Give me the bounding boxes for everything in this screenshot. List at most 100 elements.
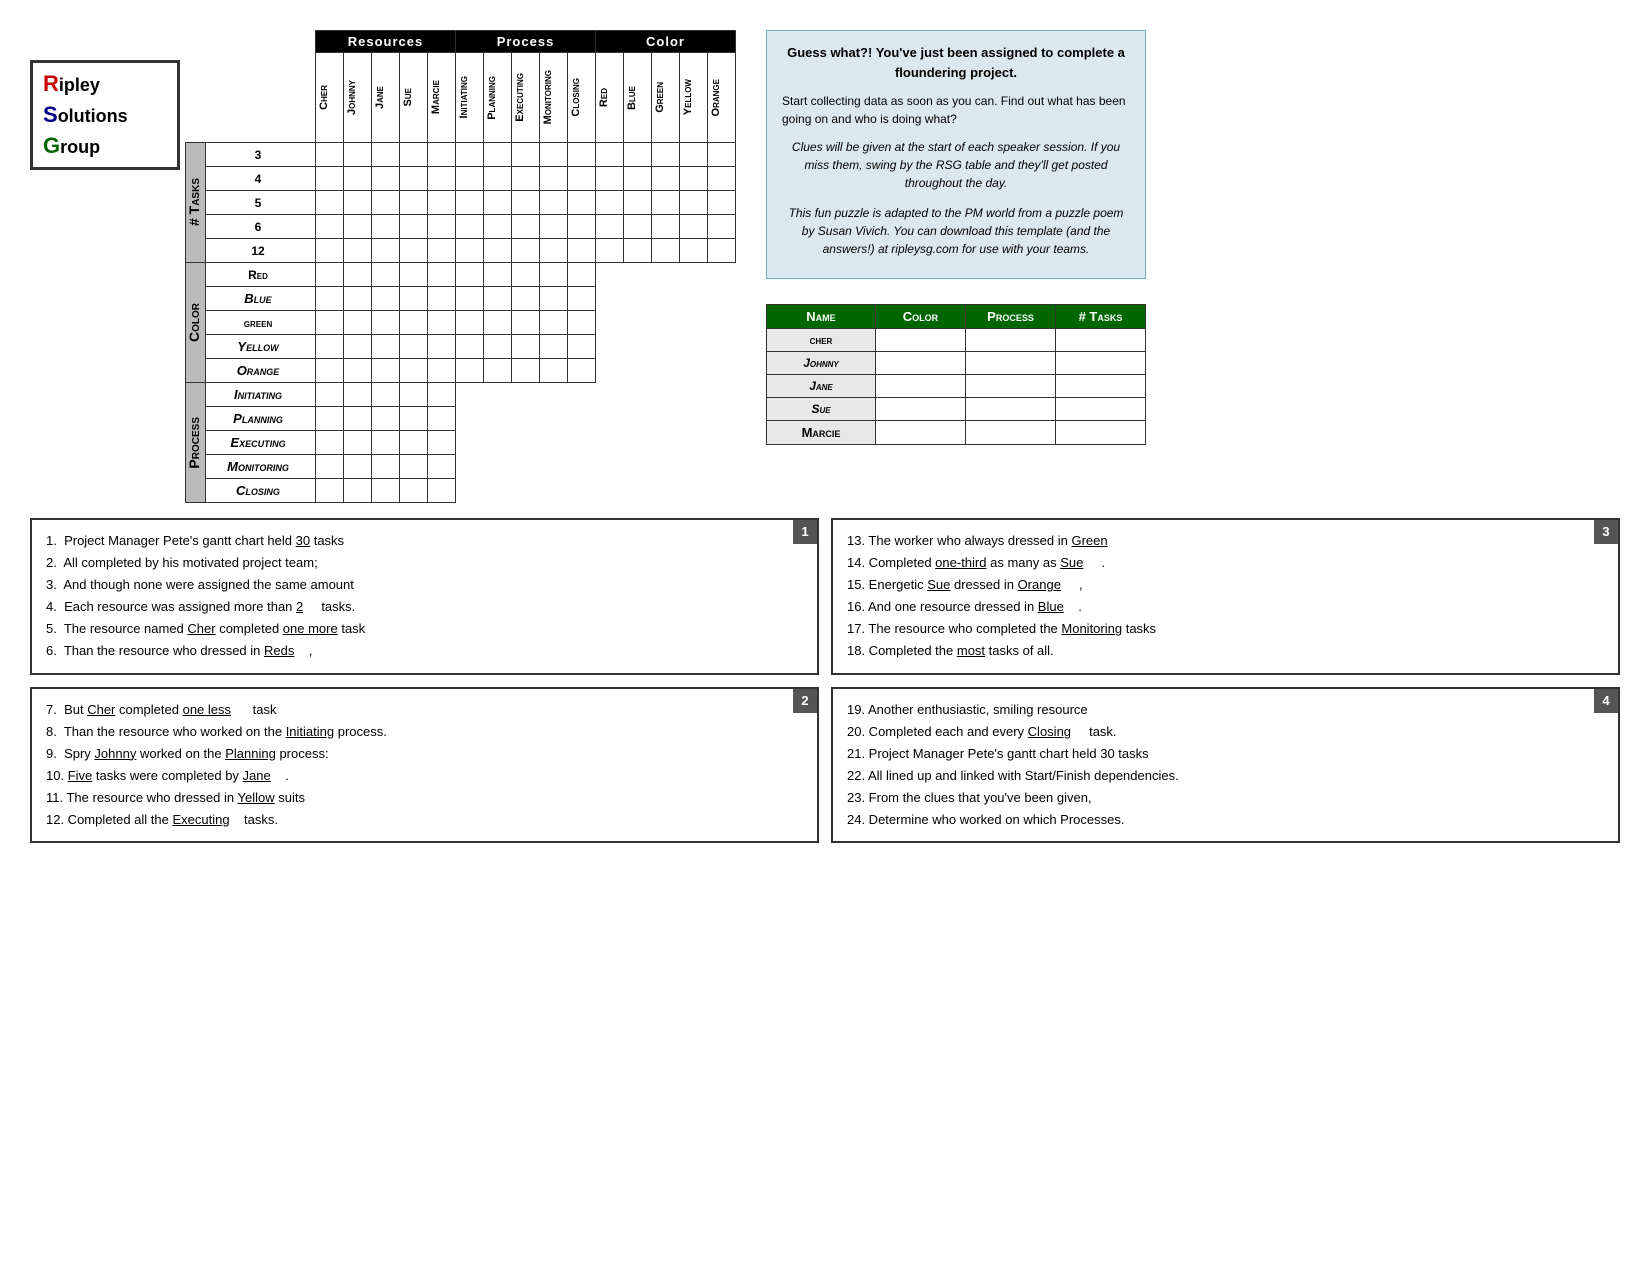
cell-4-jane[interactable] — [372, 167, 400, 191]
answer-process-jane[interactable] — [966, 375, 1056, 398]
row-yellow: Yellow — [206, 335, 316, 359]
answer-tasks-jane[interactable] — [1056, 375, 1146, 398]
col-marcie: Marcie — [428, 53, 456, 143]
row-5: 5 — [206, 191, 316, 215]
cell-4-johnny[interactable] — [344, 167, 372, 191]
answer-header-tasks: # Tasks — [1056, 305, 1146, 329]
col-monitoring: Monitoring — [540, 53, 568, 143]
row-3: 3 — [206, 143, 316, 167]
answer-tasks-sue[interactable] — [1056, 398, 1146, 421]
cell-3-closing[interactable] — [568, 143, 596, 167]
cell-4-orange[interactable] — [708, 167, 736, 191]
col-sue: Sue — [400, 53, 428, 143]
cell-4-marcie[interactable] — [428, 167, 456, 191]
cell-4-planning[interactable] — [484, 167, 512, 191]
process-label: Process — [186, 412, 202, 474]
cell-4-sue[interactable] — [400, 167, 428, 191]
row-4: 4 — [206, 167, 316, 191]
clue-box-1: 1 1. Project Manager Pete's gantt chart … — [30, 518, 819, 675]
cell-3-monitoring[interactable] — [540, 143, 568, 167]
cell-3-blue[interactable] — [624, 143, 652, 167]
cell-4-monitoring[interactable] — [540, 167, 568, 191]
answer-header-name: Name — [767, 305, 876, 329]
col-planning: Planning — [484, 53, 512, 143]
col-cher: Cher — [316, 53, 344, 143]
col-initiating: Initiating — [456, 53, 484, 143]
answer-name-cher: cher — [767, 329, 876, 352]
cell-3-planning[interactable] — [484, 143, 512, 167]
clue-box-2-number: 2 — [793, 689, 817, 713]
clue-3-18: 18. Completed the most tasks of all. — [847, 640, 1604, 662]
answer-tasks-cher[interactable] — [1056, 329, 1146, 352]
col-green: Green — [652, 53, 680, 143]
col-red: Red — [596, 53, 624, 143]
logo-s: S — [43, 102, 58, 127]
answer-process-johnny[interactable] — [966, 352, 1056, 375]
clue-1-6: 6. Than the resource who dressed in Reds… — [46, 640, 803, 662]
col-johnny: Johnny — [344, 53, 372, 143]
answer-color-marcie[interactable] — [876, 421, 966, 445]
answer-name-sue: Sue — [767, 398, 876, 421]
row-green: green — [206, 311, 316, 335]
answer-color-jane[interactable] — [876, 375, 966, 398]
row-12: 12 — [206, 239, 316, 263]
logo-line1: ipley — [59, 75, 100, 95]
answer-process-marcie[interactable] — [966, 421, 1056, 445]
cell-4-initiating[interactable] — [456, 167, 484, 191]
cell-3-jane[interactable] — [372, 143, 400, 167]
cell-3-yellow[interactable] — [680, 143, 708, 167]
col-blue: Blue — [624, 53, 652, 143]
answer-row-jane: Jane — [767, 375, 1146, 398]
clue-3-14: 14. Completed one-third as many as Sue . — [847, 552, 1604, 574]
clue-box-4-number: 4 — [1594, 689, 1618, 713]
clue-2-12: 12. Completed all the Executing tasks. — [46, 809, 803, 831]
cell-4-executing[interactable] — [512, 167, 540, 191]
cell-3-green[interactable] — [652, 143, 680, 167]
cell-3-johnny[interactable] — [344, 143, 372, 167]
puzzle-grid: Resources Process Color Cher Johnny — [185, 30, 736, 503]
col-orange: Orange — [708, 53, 736, 143]
clue-4-21: 21. Project Manager Pete's gantt chart h… — [847, 743, 1604, 765]
cell-3-executing[interactable] — [512, 143, 540, 167]
logo: Ripley Solutions Group — [30, 60, 180, 170]
clue-1-5: 5. The resource named Cher completed one… — [46, 618, 803, 640]
cell-3-red[interactable] — [596, 143, 624, 167]
cell-4-yellow[interactable] — [680, 167, 708, 191]
cell-4-blue[interactable] — [624, 167, 652, 191]
row-orange: Orange — [206, 359, 316, 383]
cell-3-cher[interactable] — [316, 143, 344, 167]
answer-color-johnny[interactable] — [876, 352, 966, 375]
answer-tasks-johnny[interactable] — [1056, 352, 1146, 375]
logo-g: G — [43, 133, 60, 158]
answer-tasks-marcie[interactable] — [1056, 421, 1146, 445]
answer-color-sue[interactable] — [876, 398, 966, 421]
clue-box-4: 4 19. Another enthusiastic, smiling reso… — [831, 687, 1620, 844]
answer-color-cher[interactable] — [876, 329, 966, 352]
info-italic2: This fun puzzle is adapted to the PM wor… — [782, 204, 1130, 258]
clue-2-9: 9. Spry Johnny worked on the Planning pr… — [46, 743, 803, 765]
clue-4-23: 23. From the clues that you've been give… — [847, 787, 1604, 809]
color-header: Color — [596, 31, 736, 53]
cell-3-initiating[interactable] — [456, 143, 484, 167]
cell-4-green[interactable] — [652, 167, 680, 191]
info-italic1: Clues will be given at the start of each… — [782, 138, 1130, 192]
row-closing: Closing — [206, 479, 316, 503]
process-header: Process — [456, 31, 596, 53]
clue-4-20: 20. Completed each and every Closing tas… — [847, 721, 1604, 743]
cell-4-closing[interactable] — [568, 167, 596, 191]
cell-3-sue[interactable] — [400, 143, 428, 167]
cell-3-marcie[interactable] — [428, 143, 456, 167]
answer-header-color: Color — [876, 305, 966, 329]
col-executing: Executing — [512, 53, 540, 143]
clue-1-2: 2. All completed by his motivated projec… — [46, 552, 803, 574]
row-6: 6 — [206, 215, 316, 239]
clue-2-8: 8. Than the resource who worked on the I… — [46, 721, 803, 743]
cell-3-orange[interactable] — [708, 143, 736, 167]
cell-4-cher[interactable] — [316, 167, 344, 191]
answer-row-marcie: Marcie — [767, 421, 1146, 445]
info-body1: Start collecting data as soon as you can… — [782, 92, 1130, 128]
clue-1-4: 4. Each resource was assigned more than … — [46, 596, 803, 618]
answer-process-sue[interactable] — [966, 398, 1056, 421]
answer-process-cher[interactable] — [966, 329, 1056, 352]
cell-4-red[interactable] — [596, 167, 624, 191]
